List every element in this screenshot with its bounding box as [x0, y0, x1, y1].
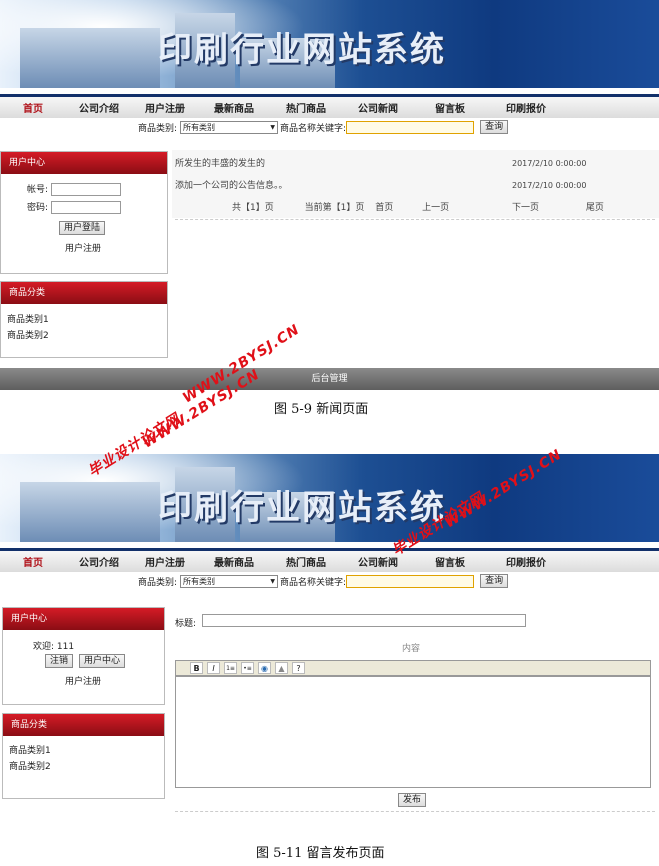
banner-title: 印刷行业网站系统	[158, 30, 446, 70]
pager-prev[interactable]: 上一页	[422, 203, 449, 213]
register-link[interactable]: 用户注册	[65, 241, 101, 254]
category-select[interactable]: 所有类别	[180, 120, 279, 134]
nav-home[interactable]: 首页	[0, 100, 66, 115]
nav-home[interactable]: 首页	[0, 554, 66, 569]
pager-next[interactable]: 下一页	[512, 203, 539, 213]
admin-footer-bar: 后台管理	[0, 368, 659, 390]
news-page-screenshot: 印刷行业网站系统 首页 公司介绍 用户注册 最新商品 热门商品 公司新闻 留言板…	[0, 0, 659, 136]
category-item[interactable]: 商品类别1	[7, 312, 49, 325]
password-input[interactable]	[51, 200, 122, 214]
account-label: 帐号:	[27, 185, 49, 195]
nav-quote[interactable]: 印刷报价	[486, 100, 566, 115]
news-list: 所发生的丰盛的发生的 2017/2/10 0:00:00 添加一个公司的公告信息…	[172, 150, 659, 218]
search-button[interactable]: 查询	[480, 120, 509, 134]
keyword-label: 商品名称关键字:	[280, 577, 347, 588]
search-bar: 商品类别: 所有类别 商品名称关键字: 查询	[0, 572, 659, 590]
user-center-panel: 用户中心 欢迎: 111 注销 用户中心 用户注册	[2, 607, 165, 705]
category-panel-title: 商品分类	[1, 282, 167, 304]
main-nav: 首页 公司介绍 用户注册 最新商品 热门商品 公司新闻 留言板 印刷报价	[0, 94, 659, 118]
italic-icon[interactable]: I	[207, 662, 220, 674]
divider	[175, 219, 655, 220]
pager-total: 共【1】页	[232, 203, 274, 213]
password-label: 密码:	[27, 203, 49, 213]
keyword-input[interactable]	[346, 574, 475, 588]
help-icon[interactable]: ?	[292, 662, 305, 674]
figure-caption: 图 5-9 新闻页面	[274, 402, 369, 417]
category-item[interactable]: 商品类别2	[7, 328, 49, 341]
news-title[interactable]: 所发生的丰盛的发生的	[175, 156, 265, 169]
nav-quote[interactable]: 印刷报价	[486, 554, 566, 569]
content-label: 内容	[402, 644, 421, 654]
divider	[175, 811, 655, 812]
news-date: 2017/2/10 0:00:00	[512, 159, 587, 168]
category-panel: 商品分类 商品类别1 商品类别2	[0, 281, 168, 358]
main-nav: 首页 公司介绍 用户注册 最新商品 热门商品 公司新闻 留言板 印刷报价	[0, 548, 659, 572]
logout-button[interactable]: 注销	[45, 654, 74, 668]
banner-title: 印刷行业网站系统	[158, 488, 446, 528]
admin-link[interactable]: 后台管理	[311, 374, 347, 384]
nav-register[interactable]: 用户注册	[132, 100, 198, 115]
content-editor[interactable]	[175, 676, 651, 788]
login-button[interactable]: 用户登陆	[59, 221, 106, 235]
city-skyline-image	[20, 482, 160, 542]
pager-first[interactable]: 首页	[375, 203, 393, 213]
figure-caption: 图 5-11 留言发布页面	[256, 846, 385, 861]
user-center-button[interactable]: 用户中心	[79, 654, 126, 668]
nav-guestbook[interactable]: 留言板	[414, 554, 486, 569]
register-link[interactable]: 用户注册	[65, 674, 101, 687]
editor-toolbar: B I 1≡ •≡ ◉ ▲ ?	[175, 660, 651, 676]
unordered-list-icon[interactable]: •≡	[241, 662, 254, 674]
city-skyline-image	[20, 28, 160, 88]
site-banner: 印刷行业网站系统	[0, 0, 659, 88]
ordered-list-icon[interactable]: 1≡	[224, 662, 237, 674]
category-label: 商品类别:	[138, 577, 178, 588]
nav-news[interactable]: 公司新闻	[342, 100, 414, 115]
category-panel: 商品分类 商品类别1 商品类别2	[2, 713, 165, 799]
pager-current: 当前第【1】页	[304, 203, 365, 213]
search-button[interactable]: 查询	[480, 574, 509, 588]
search-bar: 商品类别: 所有类别 商品名称关键字: 查询	[0, 118, 659, 136]
title-input[interactable]	[202, 614, 526, 627]
keyword-input[interactable]	[346, 120, 475, 134]
pager-last[interactable]: 尾页	[586, 203, 604, 213]
pager: 共【1】页 当前第【1】页 首页 上一页 下一页 尾页	[232, 200, 604, 213]
category-item[interactable]: 商品类别2	[9, 759, 51, 772]
news-title[interactable]: 添加一个公司的公告信息。。	[175, 178, 288, 191]
user-center-panel: 用户中心 帐号: 密码: 用户登陆 用户注册	[0, 151, 168, 274]
link-icon[interactable]: ◉	[258, 662, 271, 674]
publish-button[interactable]: 发布	[398, 793, 427, 807]
nav-guestbook[interactable]: 留言板	[414, 100, 486, 115]
title-label: 标题:	[175, 619, 197, 629]
nav-hot-products[interactable]: 热门商品	[270, 100, 342, 115]
nav-new-products[interactable]: 最新商品	[198, 100, 270, 115]
category-label: 商品类别:	[138, 123, 178, 134]
nav-register[interactable]: 用户注册	[132, 554, 198, 569]
user-center-title: 用户中心	[3, 608, 164, 630]
category-item[interactable]: 商品类别1	[9, 743, 51, 756]
user-center-title: 用户中心	[1, 152, 167, 174]
welcome-text: 欢迎: 111	[33, 642, 75, 652]
nav-new-products[interactable]: 最新商品	[198, 554, 270, 569]
unlink-icon[interactable]: ▲	[275, 662, 288, 674]
bold-icon[interactable]: B	[190, 662, 203, 674]
nav-hot-products[interactable]: 热门商品	[270, 554, 342, 569]
nav-about[interactable]: 公司介绍	[66, 554, 132, 569]
watermark-url: WWW.2BYSJ.CN	[180, 321, 303, 407]
news-date: 2017/2/10 0:00:00	[512, 181, 587, 190]
keyword-label: 商品名称关键字:	[280, 123, 347, 134]
nav-about[interactable]: 公司介绍	[66, 100, 132, 115]
category-panel-title: 商品分类	[3, 714, 164, 736]
account-input[interactable]	[51, 182, 122, 196]
category-select[interactable]: 所有类别	[180, 574, 279, 588]
